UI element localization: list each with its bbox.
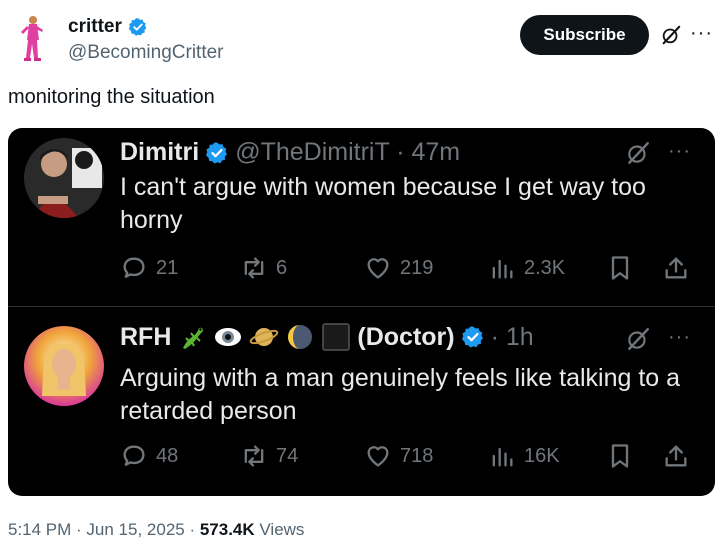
views-icon xyxy=(492,447,513,467)
dimitri-avatar xyxy=(24,138,104,218)
embedded-post-1: Dimitri @TheDimitriT · 47m ··· I can't a… xyxy=(8,128,715,306)
like-count: 718 xyxy=(400,444,434,467)
saturn-emoji-icon xyxy=(250,328,279,346)
verified-badge-icon xyxy=(128,18,147,36)
like-action: 219 xyxy=(364,254,433,282)
grok-icon xyxy=(628,142,649,164)
heart-icon xyxy=(367,258,389,279)
views-count: 2.3K xyxy=(524,256,566,279)
repost-action: 74 xyxy=(240,442,298,470)
share-action xyxy=(662,442,690,470)
reply-action: 21 xyxy=(120,254,178,282)
tweet-text: monitoring the situation xyxy=(8,86,215,108)
post1-actions: 21 6 219 2.3K xyxy=(120,254,705,284)
post2-author-name: RFH xyxy=(120,322,172,351)
bookmark-icon xyxy=(611,444,629,468)
grok-icon[interactable] xyxy=(660,24,682,46)
views-action: 16K xyxy=(488,442,560,470)
black-square-emoji-icon xyxy=(322,323,351,351)
bookmark-action xyxy=(606,442,634,470)
views-count: 16K xyxy=(524,444,560,467)
verified-badge-icon xyxy=(461,326,483,348)
views-label: Views xyxy=(254,520,305,539)
author-avatar[interactable] xyxy=(12,14,52,66)
tweet-footer: 5:14 PM · Jun 15, 2025 · 573.4K Views xyxy=(8,520,304,540)
bookmark-icon xyxy=(611,256,629,280)
reply-icon xyxy=(123,257,145,278)
post2-name-suffix: (Doctor) xyxy=(357,322,455,351)
author-handle[interactable]: @BecomingCritter xyxy=(68,42,224,64)
like-count: 219 xyxy=(400,256,434,279)
more-options-icon: ··· xyxy=(668,326,691,348)
share-icon xyxy=(665,257,687,279)
tweet-header: critter @BecomingCritter Subscribe ··· xyxy=(0,0,722,80)
share-action xyxy=(662,254,690,282)
reply-count: 21 xyxy=(156,256,179,279)
repost-count: 74 xyxy=(276,444,299,467)
author-name-row[interactable]: critter xyxy=(68,16,148,38)
eye-emoji-icon xyxy=(215,328,242,346)
post1-author-name: Dimitri xyxy=(120,138,200,166)
grok-icon xyxy=(628,328,649,350)
post2-time: · 1h xyxy=(490,322,534,351)
reply-action: 48 xyxy=(120,442,178,470)
post1-text: I can't argue with women because I get w… xyxy=(120,173,646,234)
more-options-icon[interactable]: ··· xyxy=(690,22,713,45)
post1-handle-time: @TheDimitriT · 47m xyxy=(235,138,461,166)
bookmark-action xyxy=(606,254,634,282)
like-action: 718 xyxy=(364,442,433,470)
repost-count: 6 xyxy=(276,256,288,279)
verified-badge-icon xyxy=(206,142,228,163)
subscribe-button[interactable]: Subscribe xyxy=(520,15,649,55)
tweet-timestamp[interactable]: 5:14 PM · Jun 15, 2025 · xyxy=(8,520,200,539)
reply-icon xyxy=(123,445,145,466)
moon-emoji-icon xyxy=(288,325,313,349)
post1-header: Dimitri @TheDimitriT · 47m xyxy=(120,138,460,167)
embedded-post-2: RFH (Doctor) · 1h ··· Arguing with a man… xyxy=(8,306,715,496)
views-action: 2.3K xyxy=(488,254,565,282)
views-icon xyxy=(492,259,513,279)
heart-icon xyxy=(367,446,389,467)
repost-action: 6 xyxy=(240,254,287,282)
share-icon xyxy=(665,445,687,467)
post2-header: RFH (Doctor) · 1h xyxy=(120,322,534,352)
post2-actions: 48 74 718 16K xyxy=(120,442,705,472)
repost-icon xyxy=(244,257,264,279)
embedded-image[interactable]: Dimitri @TheDimitriT · 47m ··· I can't a… xyxy=(8,128,715,496)
views-total: 573.4K xyxy=(199,520,255,539)
reply-count: 48 xyxy=(156,444,179,467)
rfh-avatar xyxy=(24,326,104,406)
post2-text: Arguing with a man genuinely feels like … xyxy=(120,364,681,425)
lizard-emoji-icon xyxy=(183,327,204,349)
repost-icon xyxy=(244,445,264,467)
author-display-name[interactable]: critter xyxy=(68,16,122,38)
more-options-icon: ··· xyxy=(668,140,691,162)
